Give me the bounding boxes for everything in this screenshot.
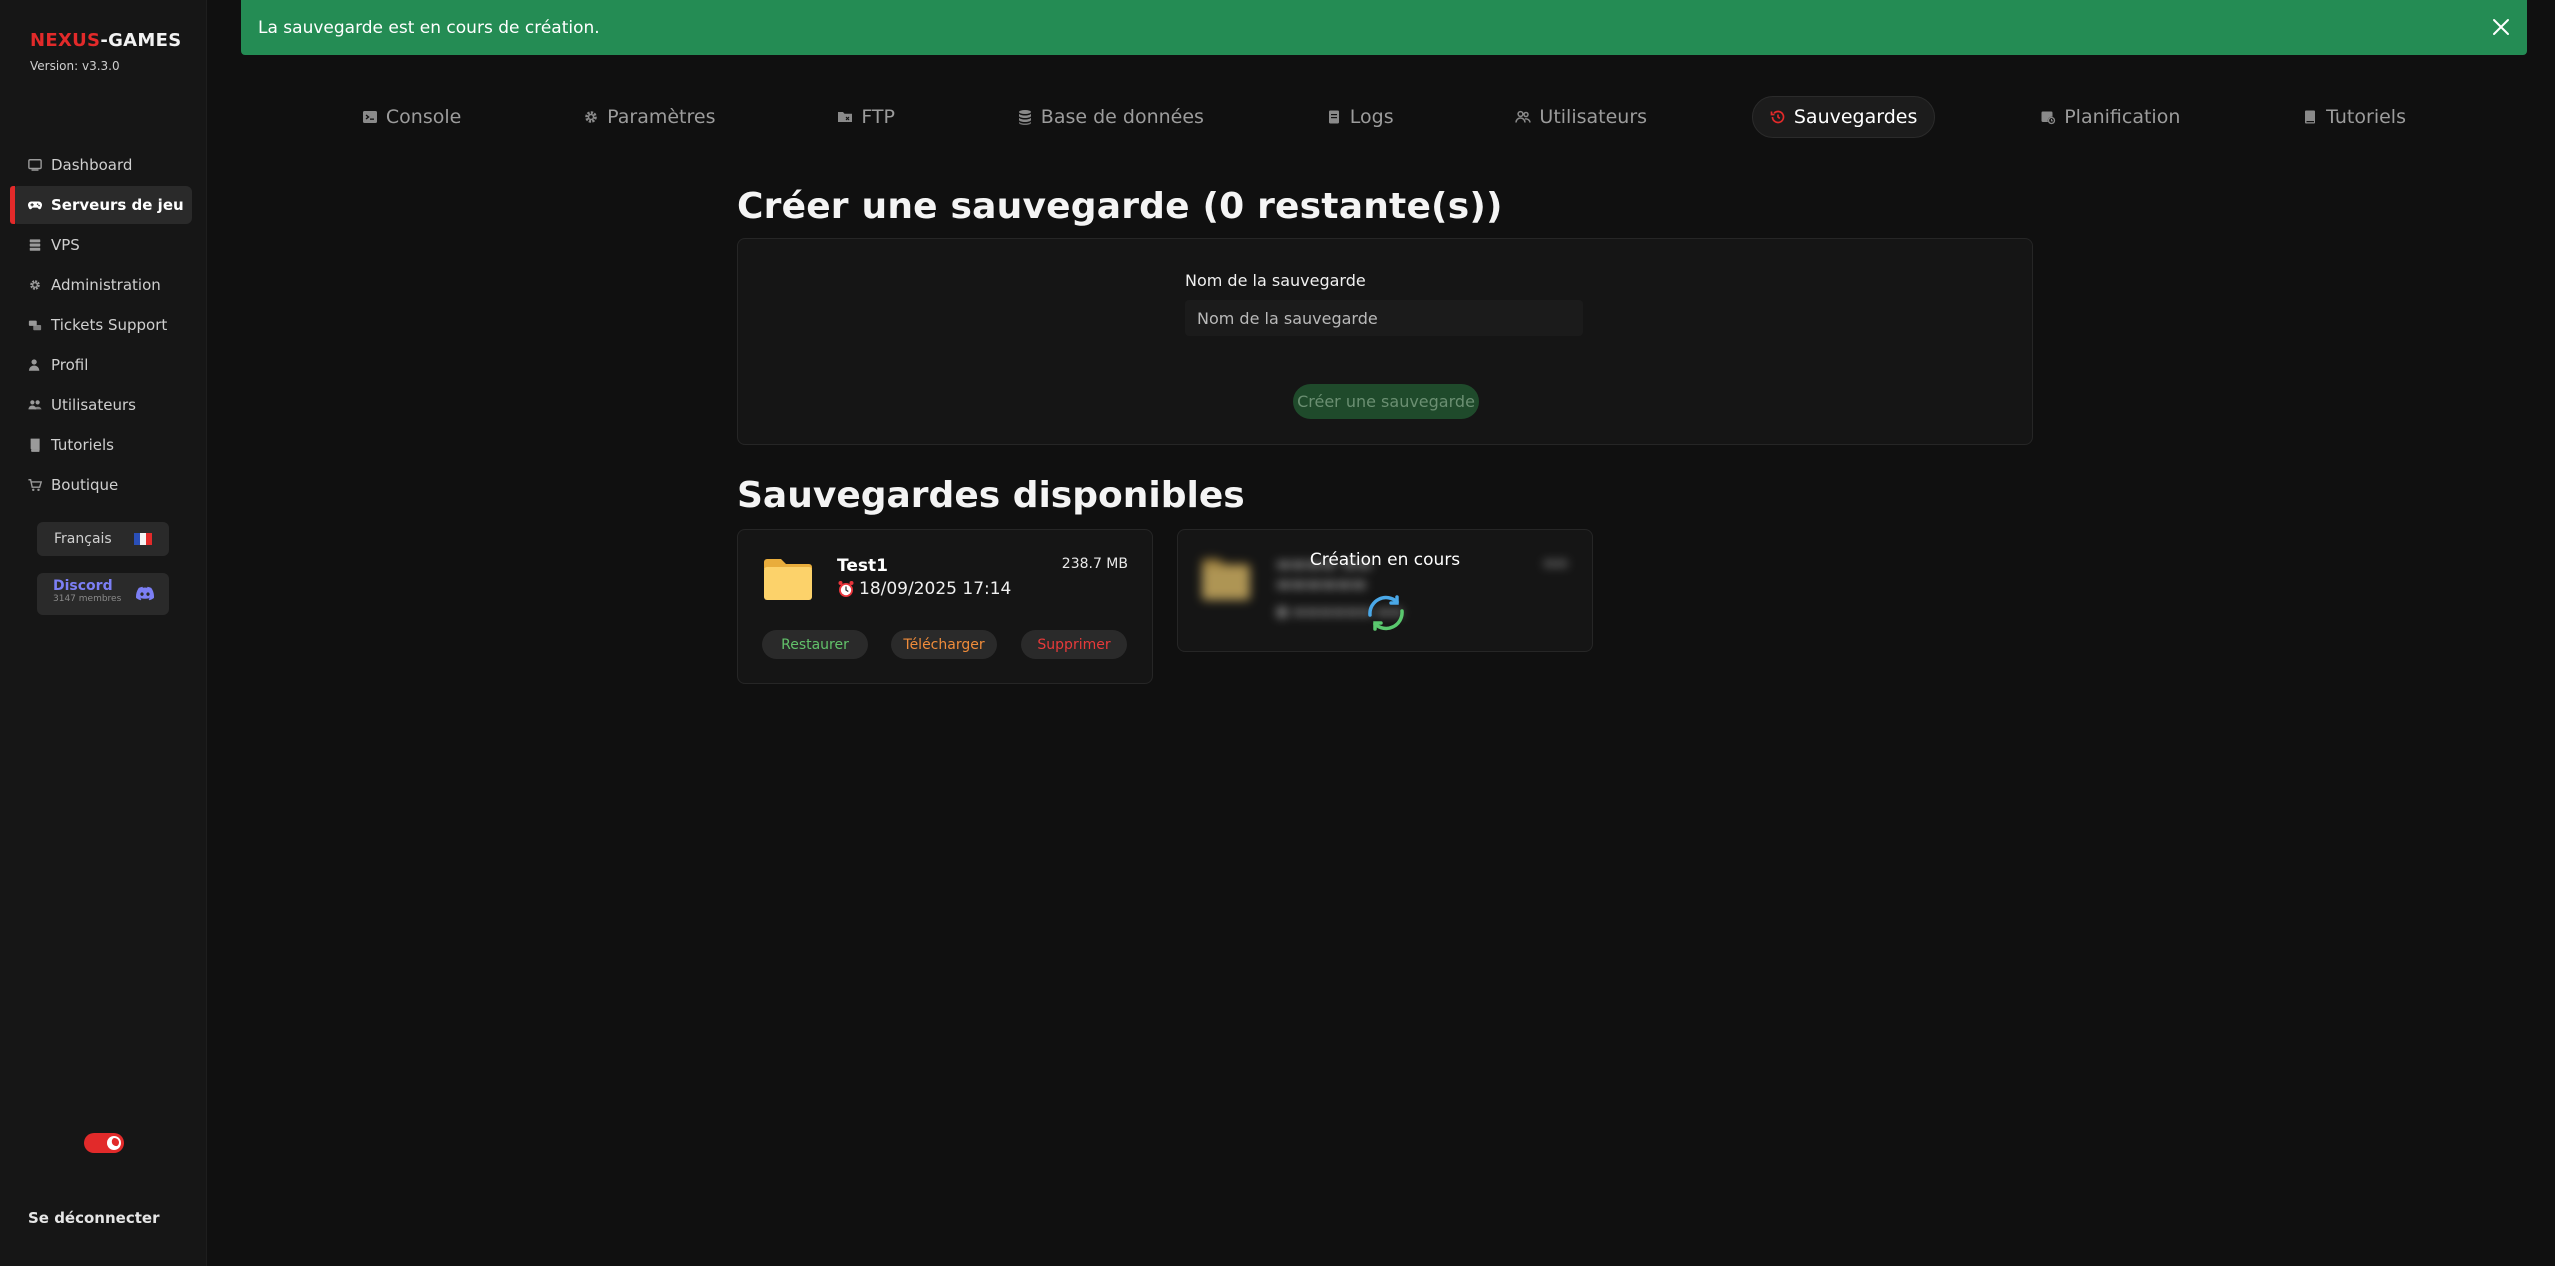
create-backup-card: Nom de la sauvegarde Créer une sauvegard… — [737, 238, 2033, 445]
tab-label: Tutoriels — [2326, 106, 2406, 128]
sync-spinner-icon — [1360, 587, 1412, 639]
sidebar-item-label: VPS — [51, 236, 80, 254]
gear-icon — [28, 278, 42, 292]
language-label: Français — [54, 531, 112, 547]
backup-date-text: 18/09/2025 17:14 — [859, 579, 1012, 599]
backup-date: 18/09/2025 17:14 — [837, 579, 1011, 599]
terminal-icon — [362, 109, 378, 125]
sidebar-item-administration[interactable]: Administration — [12, 266, 192, 304]
sidebar-item-tutorials[interactable]: Tutoriels — [12, 426, 192, 464]
backup-icon — [1770, 109, 1786, 125]
sidebar-item-label: Boutique — [51, 476, 119, 494]
alarm-clock-icon — [837, 580, 855, 598]
backup-name-input[interactable] — [1185, 300, 1583, 336]
restore-button[interactable]: Restaurer — [762, 630, 868, 659]
sidebar-item-users[interactable]: Utilisateurs — [12, 386, 192, 424]
create-backup-title: Créer une sauvegarde (0 restante(s)) — [737, 186, 1503, 227]
book-icon — [2302, 109, 2318, 125]
backup-name: Test1 — [837, 556, 888, 576]
tab-label: Sauvegardes — [1793, 106, 1918, 128]
ticket-icon — [28, 318, 42, 332]
gamepad-icon — [28, 198, 42, 212]
sidebar-item-label: Administration — [51, 276, 161, 294]
brand-name-part1: NEXUS — [30, 30, 101, 51]
calendar-icon — [2040, 109, 2056, 125]
sidebar-item-label: Dashboard — [51, 156, 133, 174]
server-tabs: Console Paramètres FTP Base de données L… — [241, 96, 2527, 138]
backup-size: 238.7 MB — [1061, 556, 1128, 572]
sidebar-item-label: Tickets Support — [51, 316, 168, 334]
sidebar-item-shop[interactable]: Boutique — [12, 466, 192, 504]
sidebar-item-label: Profil — [51, 356, 89, 374]
available-backups-title: Sauvegardes disponibles — [737, 475, 1245, 516]
logout-link[interactable]: Se déconnecter — [28, 1209, 159, 1227]
backup-name-label: Nom de la sauvegarde — [1185, 271, 1366, 290]
sidebar-item-label: Utilisateurs — [51, 396, 136, 414]
theme-toggle[interactable] — [84, 1133, 124, 1153]
tab-database[interactable]: Base de données — [1000, 96, 1221, 138]
language-selector[interactable]: Français — [37, 522, 169, 556]
sidebar-item-profile[interactable]: Profil — [12, 346, 192, 384]
close-icon[interactable] — [2489, 15, 2513, 39]
tab-label: Logs — [1349, 106, 1394, 128]
brand-logo[interactable]: NEXUS-GAMES — [30, 30, 181, 51]
user-icon — [28, 358, 42, 372]
folder-icon — [837, 109, 853, 125]
tab-settings[interactable]: Paramètres — [566, 96, 732, 138]
tab-console[interactable]: Console — [345, 96, 478, 138]
database-icon — [1017, 109, 1033, 125]
book-icon — [28, 438, 42, 452]
server-icon — [28, 238, 42, 252]
tab-label: Utilisateurs — [1539, 106, 1648, 128]
sidebar-nav: Dashboard Serveurs de jeu VPS Administra… — [10, 146, 192, 506]
tab-logs[interactable]: Logs — [1309, 96, 1411, 138]
sidebar-item-tickets[interactable]: Tickets Support — [12, 306, 192, 344]
tab-scheduling[interactable]: Planification — [2023, 96, 2197, 138]
discord-icon — [136, 586, 155, 601]
tab-label: Base de données — [1040, 106, 1204, 128]
tab-label: Paramètres — [607, 106, 716, 128]
folder-icon — [762, 556, 814, 602]
gear-icon — [583, 109, 599, 125]
tab-users[interactable]: Utilisateurs — [1498, 96, 1664, 138]
backup-card: Test1 18/09/2025 17:14 238.7 MB Restaure… — [737, 529, 1153, 684]
tab-label: Console — [385, 106, 462, 128]
dashboard-icon — [28, 158, 42, 172]
pending-backup-card: ▬▬▬▬ ▬▬ ▬▬▬▬▬▬ ● ▬▬▬▬▬▬ ▬▬ ▬▬ Création en… — [1177, 529, 1593, 652]
sidebar-item-vps[interactable]: VPS — [12, 226, 192, 264]
sidebar-item-dashboard[interactable]: Dashboard — [12, 146, 192, 184]
sidebar-item-label: Serveurs de jeu — [51, 196, 184, 214]
sidebar-item-game-servers[interactable]: Serveurs de jeu — [10, 186, 192, 224]
tab-label: Planification — [2064, 106, 2181, 128]
users-icon — [28, 398, 42, 412]
sidebar: NEXUS-GAMES Version: v3.3.0 Dashboard Se… — [0, 0, 207, 1266]
tab-tutorials[interactable]: Tutoriels — [2285, 96, 2423, 138]
version-label: Version: v3.3.0 — [30, 59, 120, 73]
brand-name-part2: -GAMES — [100, 30, 182, 51]
create-backup-button[interactable]: Créer une sauvegarde — [1293, 384, 1479, 419]
file-icon — [1326, 109, 1342, 125]
french-flag-icon — [134, 533, 152, 545]
cart-icon — [28, 478, 42, 492]
tab-ftp[interactable]: FTP — [820, 96, 912, 138]
tab-label: FTP — [861, 106, 895, 128]
success-toast: La sauvegarde est en cours de création. — [241, 0, 2527, 55]
download-button[interactable]: Télécharger — [891, 630, 997, 659]
delete-button[interactable]: Supprimer — [1021, 630, 1127, 659]
pending-status-label: Création en cours — [1309, 550, 1461, 570]
tab-backups[interactable]: Sauvegardes — [1751, 96, 1936, 138]
users-icon — [1515, 109, 1532, 125]
toast-message: La sauvegarde est en cours de création. — [258, 17, 600, 38]
sidebar-item-label: Tutoriels — [51, 436, 114, 454]
discord-button[interactable]: Discord 3147 membres — [37, 573, 169, 615]
app-root: NEXUS-GAMES Version: v3.3.0 Dashboard Se… — [0, 0, 2555, 1266]
